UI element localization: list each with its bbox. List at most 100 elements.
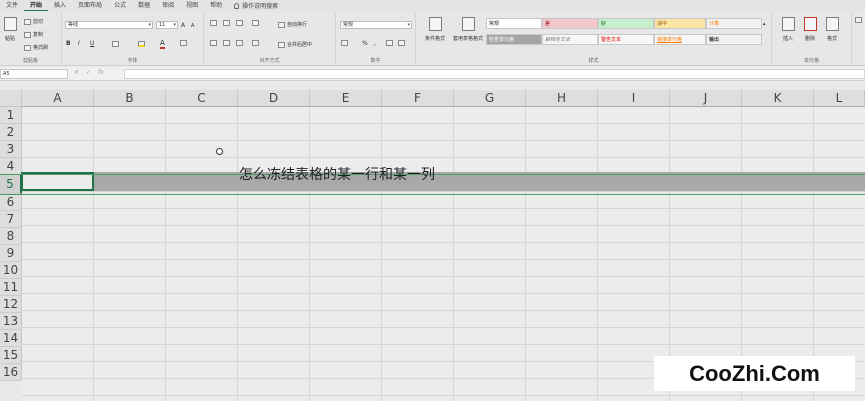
align-right-button[interactable] [236,40,243,46]
formula-input[interactable] [124,69,865,79]
indent-button[interactable] [252,40,259,46]
format-as-table-button[interactable]: 套用表格格式 [452,17,484,42]
style-good[interactable]: 好 [598,18,654,29]
row-header-2[interactable]: 2 [0,124,22,141]
row-header-3[interactable]: 3 [0,141,22,158]
tab-data[interactable]: 数据 [132,0,156,11]
increase-decimal-button[interactable] [386,40,393,46]
borders-button[interactable] [112,41,119,47]
style-output[interactable]: 输出 [706,34,762,45]
middle-align-button[interactable] [223,20,230,26]
styles-scroll-button[interactable]: ▴ [763,21,766,27]
shrink-font-button[interactable]: A [191,23,194,29]
wrap-text-button[interactable]: 自动换行 [278,21,307,28]
column-header-g[interactable]: G [454,90,526,107]
select-all-button[interactable] [0,90,22,107]
orientation-button[interactable] [252,20,259,26]
row-header-4[interactable]: 4 [0,158,22,175]
tab-page-layout[interactable]: 页面布局 [72,0,108,11]
name-box[interactable]: A5 [0,69,68,79]
percent-button[interactable]: % [362,40,368,47]
tab-insert[interactable]: 插入 [48,0,72,11]
tab-formulas[interactable]: 公式 [108,0,132,11]
column-header-b[interactable]: B [94,90,166,107]
style-bad[interactable]: 差 [542,18,598,29]
styles-group: 条件格式 套用表格格式 常规 差 好 适中 计算 检查单元格 解释性文本 警告文… [416,13,772,64]
format-cells-button[interactable]: 格式 [824,17,840,42]
insert-cells-button[interactable]: 插入 [780,17,796,42]
alignment-group: 自动换行 合并后居中 对齐方式 [204,13,336,64]
copy-button[interactable]: 复制 [24,31,43,38]
style-neutral[interactable]: 适中 [654,18,706,29]
merge-center-button[interactable]: 合并后居中 [278,41,312,48]
row-header-9[interactable]: 9 [0,245,22,262]
row-header-14[interactable]: 14 [0,330,22,347]
style-check-cell[interactable]: 检查单元格 [486,34,542,45]
font-color-button[interactable]: A [160,39,165,49]
column-header-h[interactable]: H [526,90,598,107]
tab-review[interactable]: 审阅 [156,0,180,11]
decrease-decimal-button[interactable] [398,40,405,46]
column-header-e[interactable]: E [310,90,382,107]
chevron-down-icon: ▾ [407,22,410,28]
row-header-10[interactable]: 10 [0,262,22,279]
align-left-icon [210,40,217,46]
insert-function-icon[interactable]: fx [98,69,104,76]
top-align-button[interactable] [210,20,217,26]
delete-cells-button[interactable]: 删除 [802,17,818,42]
bold-button[interactable]: B [66,40,71,47]
fill-color-button[interactable] [138,41,145,47]
style-explanatory[interactable]: 解释性文本 [542,34,598,45]
column-header-d[interactable]: D [238,90,310,107]
tell-me-search[interactable]: 操作说明搜索 [228,1,278,10]
row-header-6[interactable]: 6 [0,194,22,211]
row-border-bottom [0,194,865,195]
grow-font-button[interactable]: A [181,22,185,29]
comma-button[interactable]: , [374,40,376,47]
row-header-16[interactable]: 16 [0,364,22,381]
style-linked-cell[interactable]: 链接单元格 [654,34,706,45]
cut-button[interactable]: 剪切 [24,18,43,25]
tab-home[interactable]: 开始 [24,0,49,11]
column-header-l[interactable]: L [814,90,865,107]
column-header-j[interactable]: J [670,90,742,107]
column-header-a[interactable]: A [22,90,94,107]
style-calculation[interactable]: 计算 [706,18,762,29]
column-header-f[interactable]: F [382,90,454,107]
row-header-13[interactable]: 13 [0,313,22,330]
align-left-button[interactable] [210,40,217,46]
row-header-7[interactable]: 7 [0,211,22,228]
tab-file[interactable]: 文件 [0,0,24,11]
underline-button[interactable]: U [90,40,94,47]
conditional-formatting-button[interactable]: 条件格式 [420,17,450,42]
number-format-select[interactable]: 常规 ▾ [340,21,412,29]
row-header-12[interactable]: 12 [0,296,22,313]
style-normal[interactable]: 常规 [486,18,542,29]
copy-label: 复制 [33,32,44,38]
bottom-align-button[interactable] [236,20,243,26]
format-painter-button[interactable]: 格式刷 [24,44,48,51]
row-header-8[interactable]: 8 [0,228,22,245]
tab-view[interactable]: 视图 [180,0,204,11]
enter-icon[interactable]: ✓ [86,69,91,76]
tab-help[interactable]: 帮助 [204,0,228,11]
style-warning[interactable]: 警告文本 [598,34,654,45]
font-size-select[interactable]: 11 ▾ [156,21,178,29]
font-name-select[interactable]: 等线 ▾ [65,21,153,29]
row-header-11[interactable]: 11 [0,279,22,296]
row-header-5[interactable]: 5 [0,175,22,194]
autosum-button[interactable] [855,17,862,23]
cancel-icon[interactable]: ✕ [74,69,79,76]
align-center-button[interactable] [223,40,230,46]
paste-button[interactable]: 粘贴 [2,17,18,42]
column-header-i[interactable]: I [598,90,670,107]
italic-button[interactable]: I [78,40,80,47]
phonetic-button[interactable] [180,40,187,46]
row-header-15[interactable]: 15 [0,347,22,364]
column-header-k[interactable]: K [742,90,814,107]
cell-d4[interactable]: 怎么冻结表格的某一行和某一列 [239,164,435,184]
row-header-1[interactable]: 1 [0,107,22,124]
accounting-format-button[interactable] [341,40,348,46]
column-header-c[interactable]: C [166,90,238,107]
style-neutral-label: 适中 [657,21,668,27]
